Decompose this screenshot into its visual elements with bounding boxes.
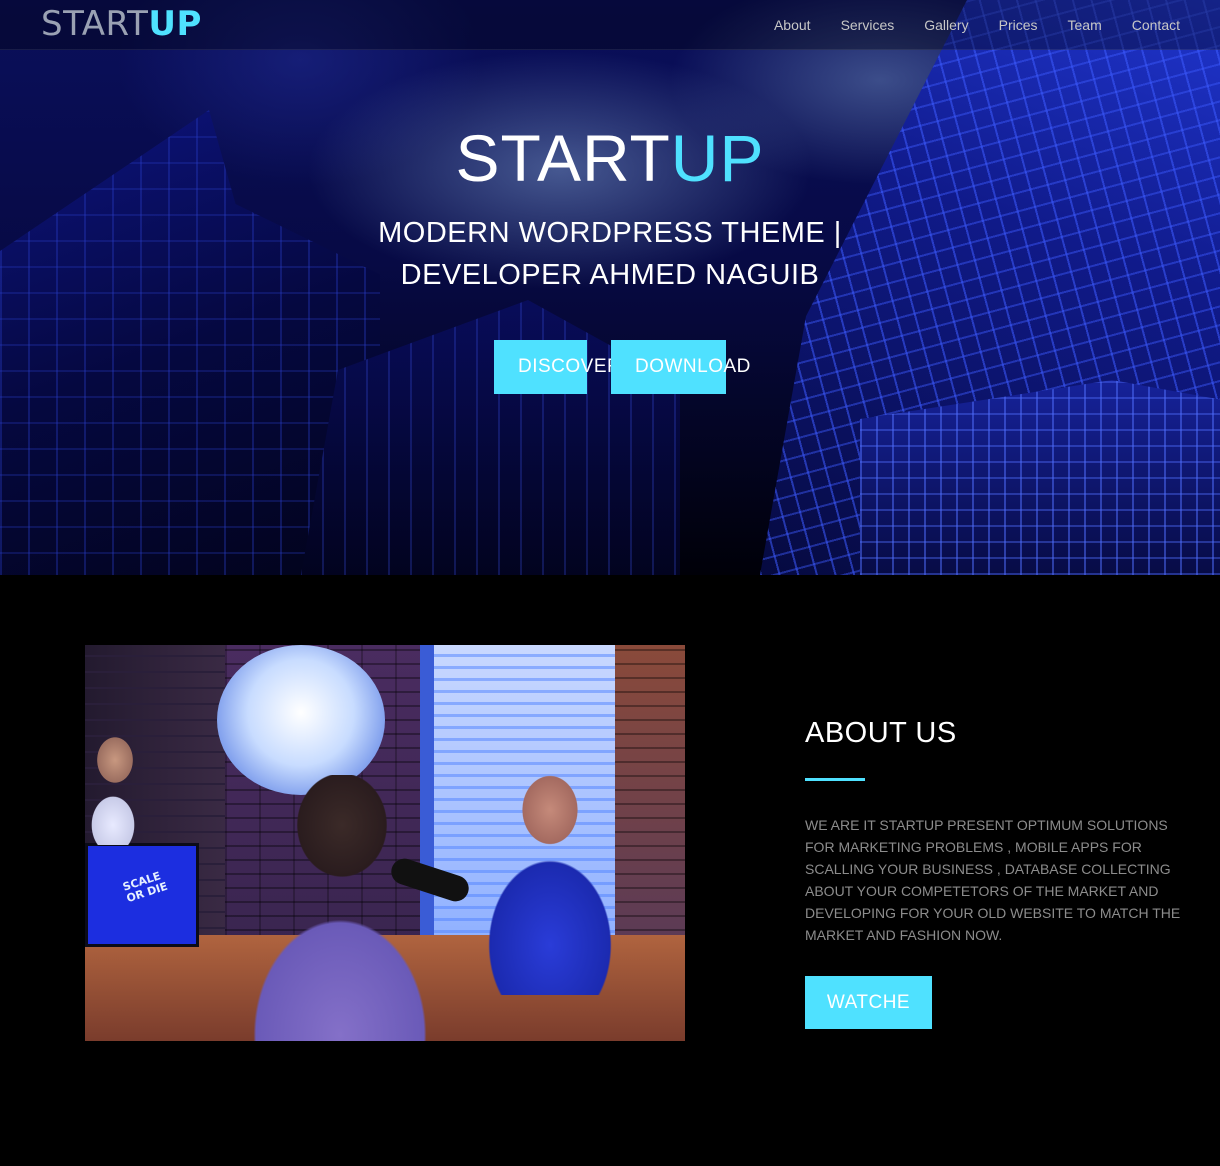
brand-prefix: START bbox=[41, 4, 149, 44]
hero-title-accent: UP bbox=[670, 121, 765, 195]
nav-link-about[interactable]: About bbox=[774, 17, 811, 33]
nav-link-contact[interactable]: Contact bbox=[1132, 17, 1180, 33]
hero-content: STARTUP MODERN WORDPRESS THEME | DEVELOP… bbox=[0, 118, 1220, 394]
about-description: WE ARE IT STARTUP PRESENT OPTIMUM SOLUTI… bbox=[805, 817, 1181, 943]
about-heading: ABOUT US bbox=[805, 717, 957, 749]
photo-monitor: SCALE OR DIE bbox=[85, 843, 199, 947]
discover-button[interactable]: DISCOVER bbox=[494, 340, 621, 394]
hero-buttons: DISCOVER DOWNLOAD bbox=[0, 340, 1220, 394]
hero-subtitle: MODERN WORDPRESS THEME | DEVELOPER AHMED… bbox=[378, 217, 842, 291]
nav-link-prices[interactable]: Prices bbox=[999, 17, 1038, 33]
about-section: SCALE OR DIE ABOUT US WE ARE IT STARTUP … bbox=[0, 575, 1220, 1166]
photo-monitor-text: SCALE OR DIE bbox=[121, 869, 170, 906]
nav-link-team[interactable]: Team bbox=[1068, 17, 1102, 33]
photo-person-front bbox=[465, 765, 635, 995]
about-photo: SCALE OR DIE bbox=[85, 645, 685, 1041]
photo-person-side bbox=[85, 735, 145, 845]
hero-title: STARTUP bbox=[0, 118, 1220, 198]
nav-link-services[interactable]: Services bbox=[841, 17, 895, 33]
nav-link-gallery[interactable]: Gallery bbox=[924, 17, 968, 33]
about-text-block: ABOUT US WE ARE IT STARTUP PRESENT OPTIM… bbox=[805, 715, 1200, 1029]
brand-logo[interactable]: STARTUP bbox=[41, 2, 202, 46]
hero-title-prefix: START bbox=[455, 121, 671, 195]
watch-button[interactable]: WATCHE bbox=[805, 976, 932, 1029]
photo-person-back bbox=[210, 775, 450, 1041]
photo-softbox-light bbox=[217, 645, 385, 795]
about-divider bbox=[805, 778, 865, 781]
nav-links: About Services Gallery Prices Team Conta… bbox=[744, 0, 1180, 49]
download-button[interactable]: DOWNLOAD bbox=[611, 340, 750, 394]
navbar: STARTUP About Services Gallery Prices Te… bbox=[0, 0, 1220, 50]
hero-section: STARTUP About Services Gallery Prices Te… bbox=[0, 0, 1220, 575]
brand-accent: UP bbox=[148, 4, 202, 44]
